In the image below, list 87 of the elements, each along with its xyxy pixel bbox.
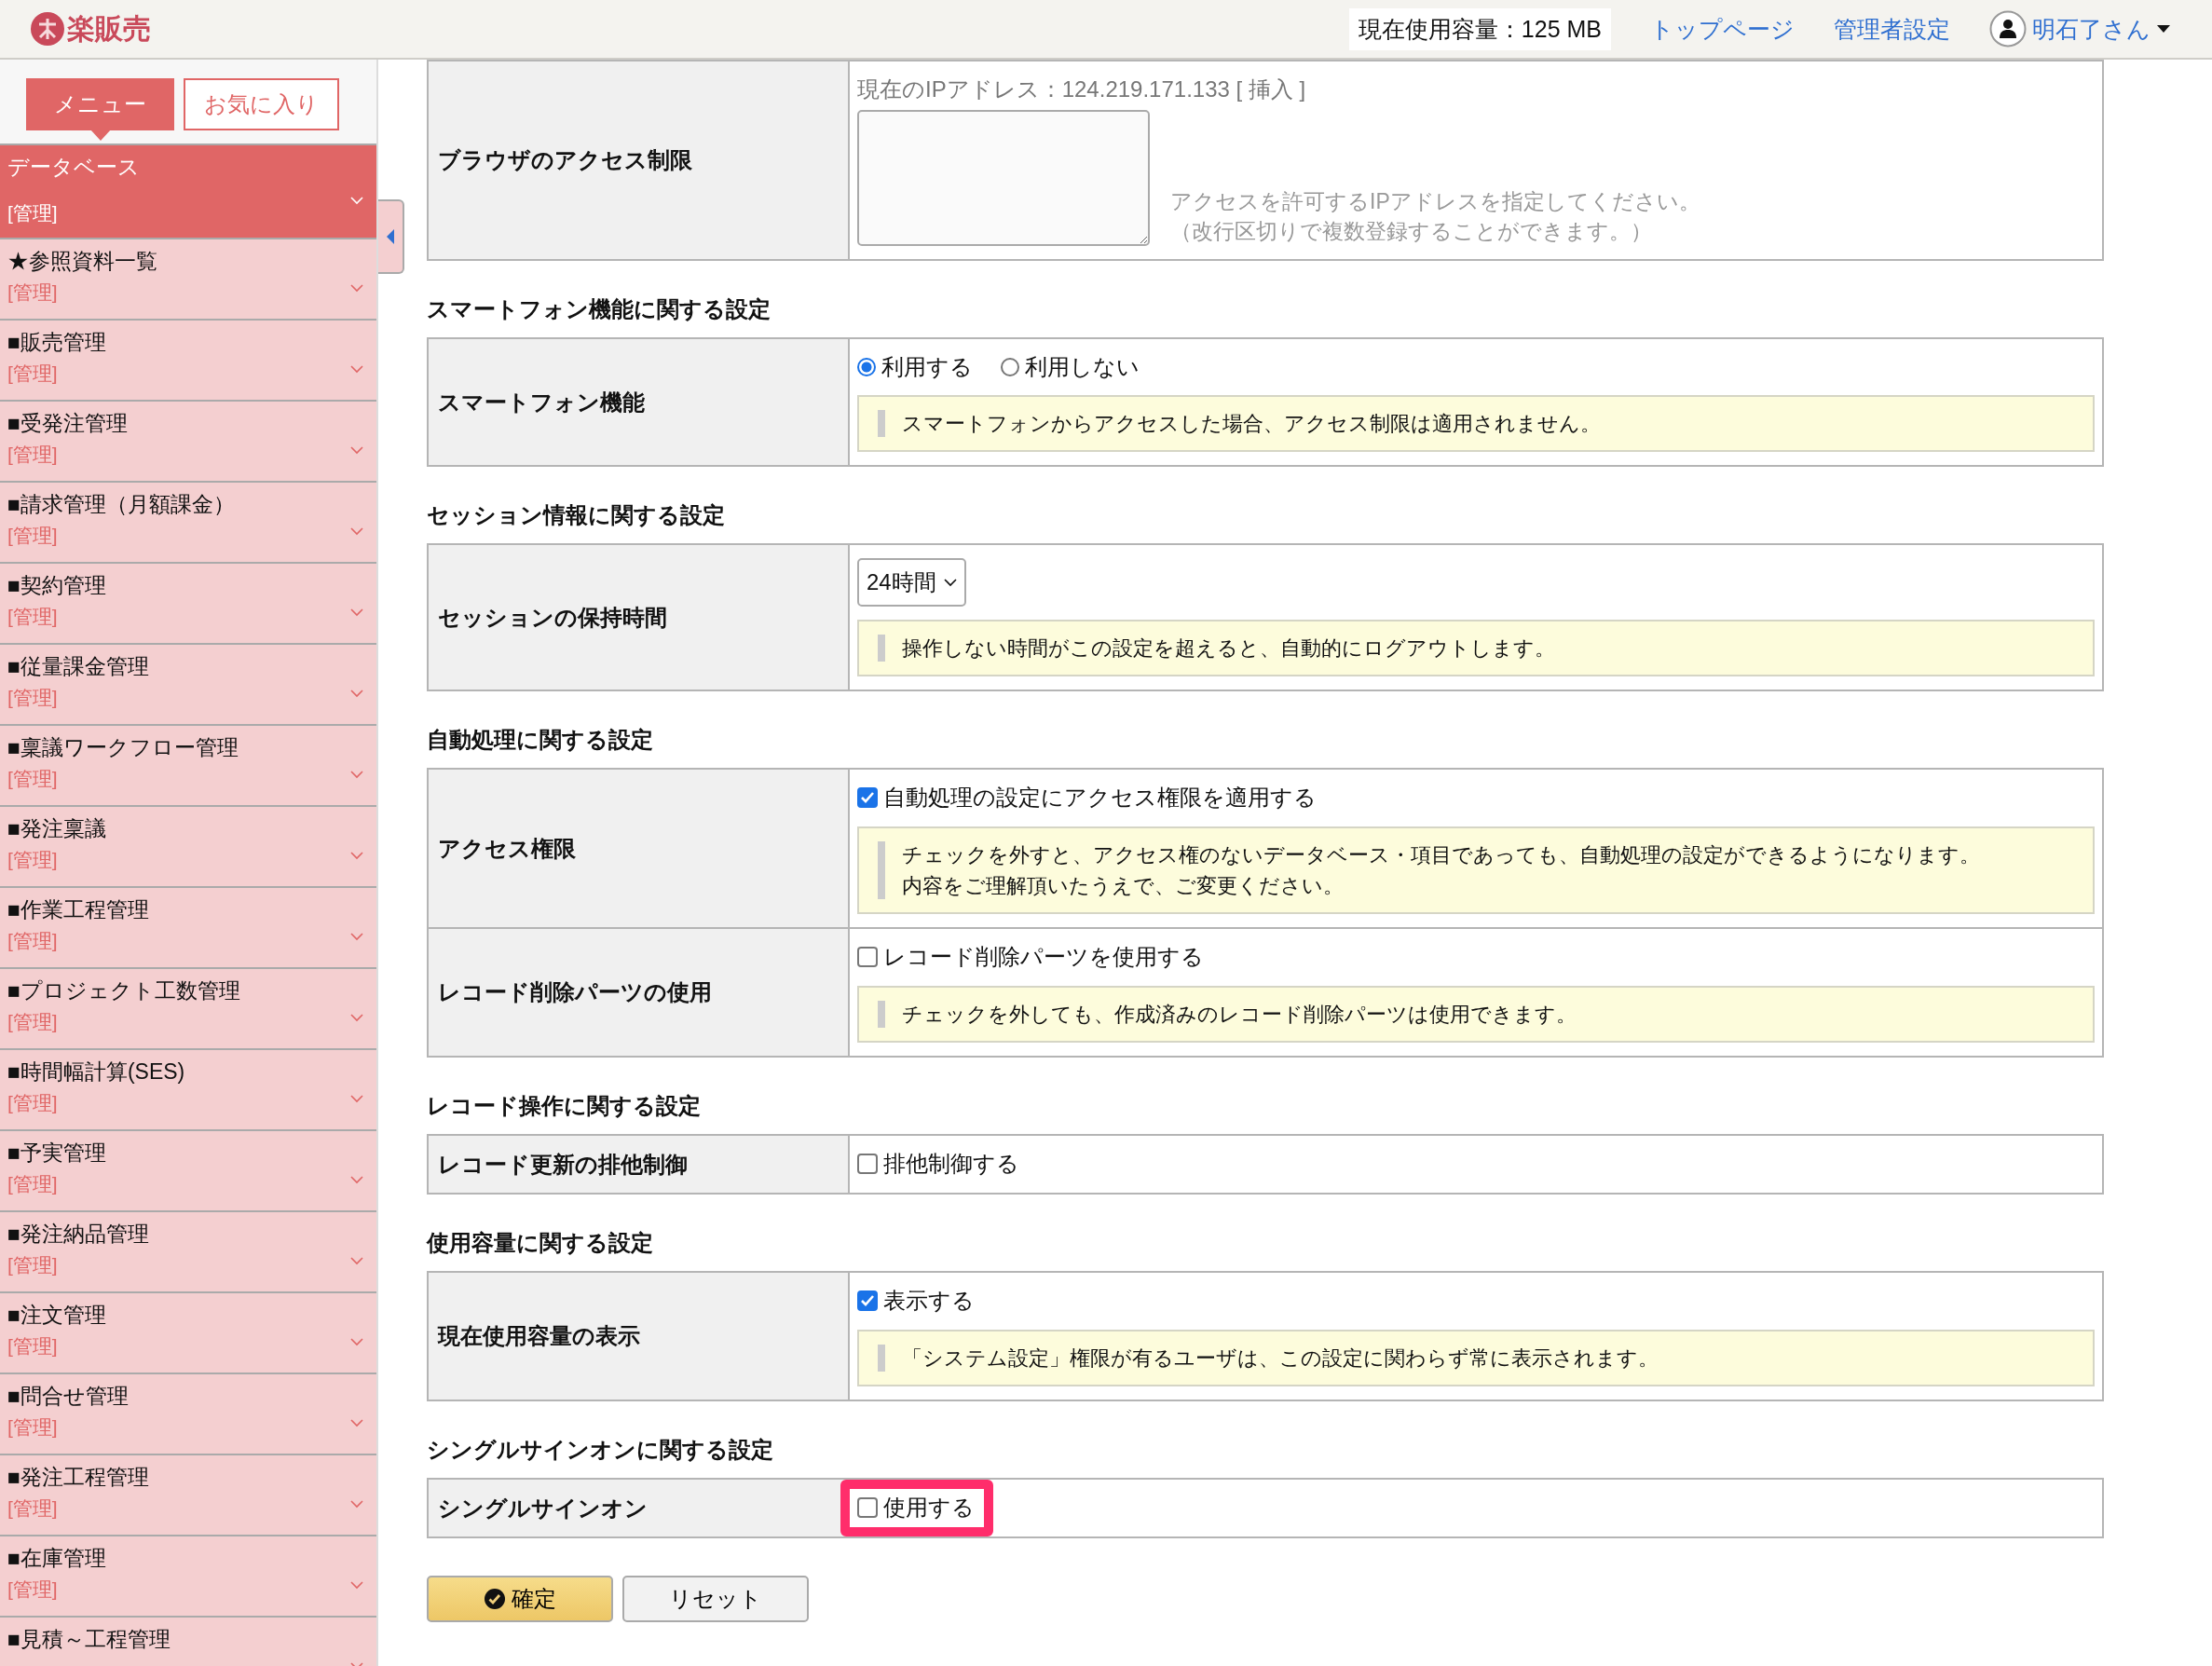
form-button[interactable]: 確定: [427, 1576, 613, 1622]
chevron-down-icon: [350, 852, 363, 860]
section-heading: レコード操作に関する設定: [427, 1092, 702, 1120]
checkbox[interactable]: [857, 787, 878, 808]
chevron-down-icon: [350, 527, 363, 536]
usage-indicator: 現在使用容量：125 MB: [1348, 7, 1611, 50]
chevron-down-icon: [350, 284, 363, 293]
ip-address-field[interactable]: [857, 110, 1150, 246]
chevron-down-icon: [350, 365, 363, 374]
caret-icon: [2156, 24, 2171, 34]
checkbox[interactable]: [857, 1154, 878, 1174]
radio-option[interactable]: 利用しない: [1001, 352, 1140, 382]
section-heading: シングルサインオンに関する設定: [427, 1436, 774, 1464]
chevron-down-icon: [350, 1581, 363, 1590]
checkbox-option[interactable]: 自動処理の設定にアクセス権限を適用する: [857, 783, 1317, 813]
tab-pointer-icon: [89, 130, 111, 141]
chevron-down-icon: [350, 933, 363, 941]
header-link[interactable]: トップページ: [1650, 13, 1795, 45]
checkbox[interactable]: [857, 947, 878, 967]
setting-label: セッションの保持時間: [428, 544, 849, 690]
chevron-down-icon: [350, 197, 363, 205]
sidebar-item[interactable]: ■プロジェクト工数管理 [管理]: [0, 969, 376, 1050]
info-note: 操作しない時間がこの設定を超えると、自動的にログアウトします。: [857, 620, 2095, 676]
user-avatar-icon: [1989, 10, 2027, 48]
radio-button[interactable]: [1001, 358, 1019, 376]
sidebar-item[interactable]: ■発注工程管理 [管理]: [0, 1455, 376, 1536]
chevron-down-icon: [350, 1014, 363, 1022]
setting-label: スマートフォン機能: [428, 338, 849, 466]
duration-select[interactable]: 24時間: [857, 558, 966, 607]
sidebar-item[interactable]: ■発注納品管理 [管理]: [0, 1212, 376, 1293]
chevron-down-icon: [350, 608, 363, 617]
header-link[interactable]: 管理者設定: [1834, 13, 1950, 45]
setting-label: ブラウザのアクセス制限: [428, 61, 849, 260]
ip-hint-text: アクセスを許可するIPアドレスを指定してください。 （改行区切りで複数登録することができます。）: [1170, 187, 1700, 245]
setting-label: アクセス権限: [428, 769, 849, 928]
info-note: スマートフォンからアクセスした場合、アクセス制限は適用されません。: [857, 395, 2095, 452]
sidebar-item[interactable]: ■契約管理 [管理]: [0, 564, 376, 645]
section-heading: スマートフォン機能に関する設定: [427, 295, 771, 323]
chevron-down-icon: [350, 1095, 363, 1103]
checkbox-option[interactable]: レコード削除パーツを使用する: [857, 942, 1204, 972]
sidebar-item[interactable]: ■発注稟議 [管理]: [0, 807, 376, 888]
sidebar-item[interactable]: ■従量課金管理 [管理]: [0, 645, 376, 726]
chevron-down-icon: [350, 1338, 363, 1346]
chevron-down-icon: [350, 771, 363, 779]
collapse-sidebar-button[interactable]: [378, 199, 404, 274]
sidebar-item[interactable]: ■見積～工程管理: [0, 1618, 376, 1666]
left-triangle-icon: [386, 228, 395, 245]
sidebar-item[interactable]: ■注文管理 [管理]: [0, 1293, 376, 1374]
logo-icon: [30, 11, 65, 47]
sidebar-item[interactable]: ■問合せ管理 [管理]: [0, 1374, 376, 1455]
sidebar-item[interactable]: ■在庫管理 [管理]: [0, 1536, 376, 1618]
chevron-down-icon: [350, 1176, 363, 1184]
current-ip-text: 現在のIPアドレス：124.219.171.133 [ 挿入 ]: [857, 75, 1307, 103]
chevron-down-icon: [350, 1500, 363, 1509]
sidebar-item[interactable]: ■作業工程管理 [管理]: [0, 888, 376, 969]
sidebar-item[interactable]: ■稟議ワークフロー管理 [管理]: [0, 726, 376, 807]
user-menu[interactable]: 明石了さん: [1989, 10, 2171, 48]
section-heading: 自動処理に関する設定: [427, 726, 654, 754]
app-logo-text: 楽販売: [67, 11, 151, 46]
checkbox-option[interactable]: 排他制御する: [857, 1149, 1019, 1179]
form-button[interactable]: リセット: [622, 1576, 809, 1622]
sidebar-item[interactable]: ■販売管理 [管理]: [0, 321, 376, 402]
radio-option[interactable]: 利用する: [857, 352, 973, 382]
checkbox-option[interactable]: 表示する: [857, 1286, 975, 1316]
chevron-down-icon: [943, 578, 957, 587]
info-note: チェックを外しても、作成済みのレコード削除パーツは使用できます。: [857, 986, 2095, 1043]
setting-label: レコード削除パーツの使用: [428, 928, 849, 1057]
chevron-down-icon: [350, 690, 363, 698]
info-note: チェックを外すと、アクセス権のないデータベース・項目であっても、自動処理の設定ができるようになります。 内容をご理解頂いたうえで、ご変更ください。: [857, 826, 2095, 914]
sidebar-item[interactable]: ■時間幅計算(SES) [管理]: [0, 1050, 376, 1131]
chevron-down-icon: [350, 1257, 363, 1265]
sidebar-item[interactable]: ■予実管理 [管理]: [0, 1131, 376, 1212]
sidebar-item[interactable]: ■受発注管理 [管理]: [0, 402, 376, 483]
chevron-down-icon: [350, 1419, 363, 1427]
setting-label: シングルサインオン: [428, 1479, 849, 1537]
chevron-down-icon: [350, 446, 363, 455]
setting-label: 現在使用容量の表示: [428, 1272, 849, 1400]
info-note: 「システム設定」権限が有るユーザは、この設定に関わらず常に表示されます。: [857, 1330, 2095, 1386]
sidebar-item[interactable]: ★参照資料一覧 [管理]: [0, 239, 376, 321]
setting-label: レコード更新の排他制御: [428, 1135, 849, 1194]
section-heading: セッション情報に関する設定: [427, 501, 726, 529]
checkbox[interactable]: [857, 1290, 878, 1311]
radio-button[interactable]: [857, 358, 876, 376]
section-heading: 使用容量に関する設定: [427, 1229, 654, 1257]
check-circle-icon: [484, 1588, 506, 1610]
sidebar-item[interactable]: ■請求管理（月額課金） [管理]: [0, 483, 376, 564]
checkbox[interactable]: [857, 1497, 878, 1518]
